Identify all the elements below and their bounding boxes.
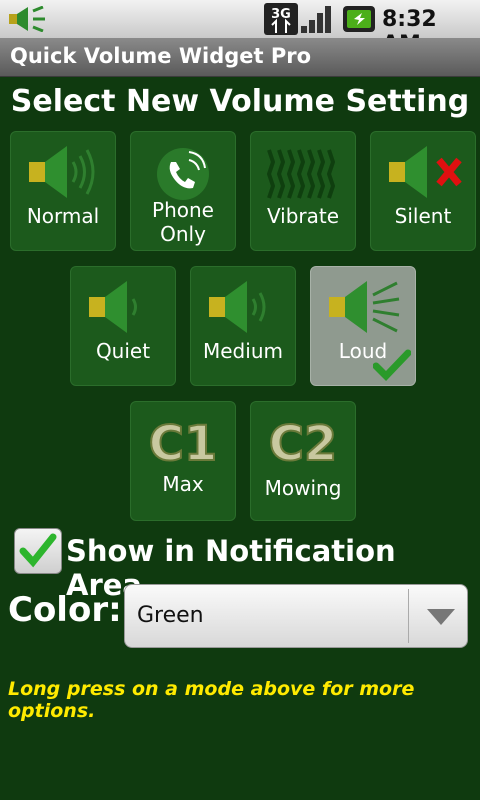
speaker-muted-icon xyxy=(389,146,462,198)
checkmark-icon xyxy=(19,533,57,568)
phone-icon xyxy=(157,148,209,200)
mode-normal-button[interactable]: Normal xyxy=(10,131,116,251)
mode-label: Vibrate xyxy=(266,204,340,228)
mode-label: Normal xyxy=(26,204,100,228)
mode-label: Medium xyxy=(203,339,283,363)
volume-widget-notification-icon xyxy=(9,6,45,32)
hint-text: Long press on a mode above for more opti… xyxy=(8,678,415,722)
mode-max-button[interactable]: C1 Max xyxy=(130,401,236,521)
mode-label: Quiet xyxy=(95,339,151,363)
vibrate-icon xyxy=(266,149,336,199)
network-type: 3G xyxy=(271,7,291,22)
mode-silent-button[interactable]: Silent xyxy=(370,131,476,251)
notification-checkbox[interactable] xyxy=(14,528,62,574)
mode-loud-button[interactable]: Loud xyxy=(310,266,416,386)
mode-label: Phone Only xyxy=(152,198,214,246)
selected-check-icon xyxy=(373,349,411,381)
app-title: Quick Volume Widget Pro xyxy=(10,44,312,68)
mode-vibrate-button[interactable]: Vibrate xyxy=(250,131,356,251)
mode-mowing-button[interactable]: C2 Mowing xyxy=(250,401,356,521)
custom-mode-c2-icon: C2 xyxy=(268,415,339,473)
dropdown-divider xyxy=(408,589,409,643)
page-heading: Select New Volume Setting xyxy=(10,84,470,119)
speaker-loud-icon xyxy=(329,281,400,333)
dropdown-arrow-icon xyxy=(427,609,455,625)
color-selected-value: Green xyxy=(137,603,204,628)
mode-quiet-button[interactable]: Quiet xyxy=(70,266,176,386)
mode-phone-only-button[interactable]: Phone Only xyxy=(130,131,236,251)
battery-charging-icon xyxy=(343,6,375,32)
custom-badge: C2 xyxy=(269,416,338,472)
mode-label: Mowing xyxy=(264,476,342,500)
mode-label: Silent xyxy=(394,204,452,228)
signal-strength-icon xyxy=(301,6,331,33)
custom-mode-c1-icon: C1 xyxy=(148,415,219,473)
speaker-medium-icon xyxy=(209,281,266,333)
speaker-low-icon xyxy=(89,281,137,333)
notification-area-toggle[interactable]: Show in Notification Area xyxy=(14,528,474,602)
custom-badge: C1 xyxy=(149,416,218,472)
3g-data-icon: 3G xyxy=(264,3,298,35)
mode-medium-button[interactable]: Medium xyxy=(190,266,296,386)
mode-label: Max xyxy=(162,472,204,496)
color-dropdown[interactable]: Green xyxy=(124,584,468,648)
app-title-bar: Quick Volume Widget Pro xyxy=(0,38,480,77)
color-label: Color: xyxy=(8,590,122,630)
speaker-waves-icon xyxy=(29,146,95,198)
status-bar: 3G 8:32 AM xyxy=(0,0,480,57)
